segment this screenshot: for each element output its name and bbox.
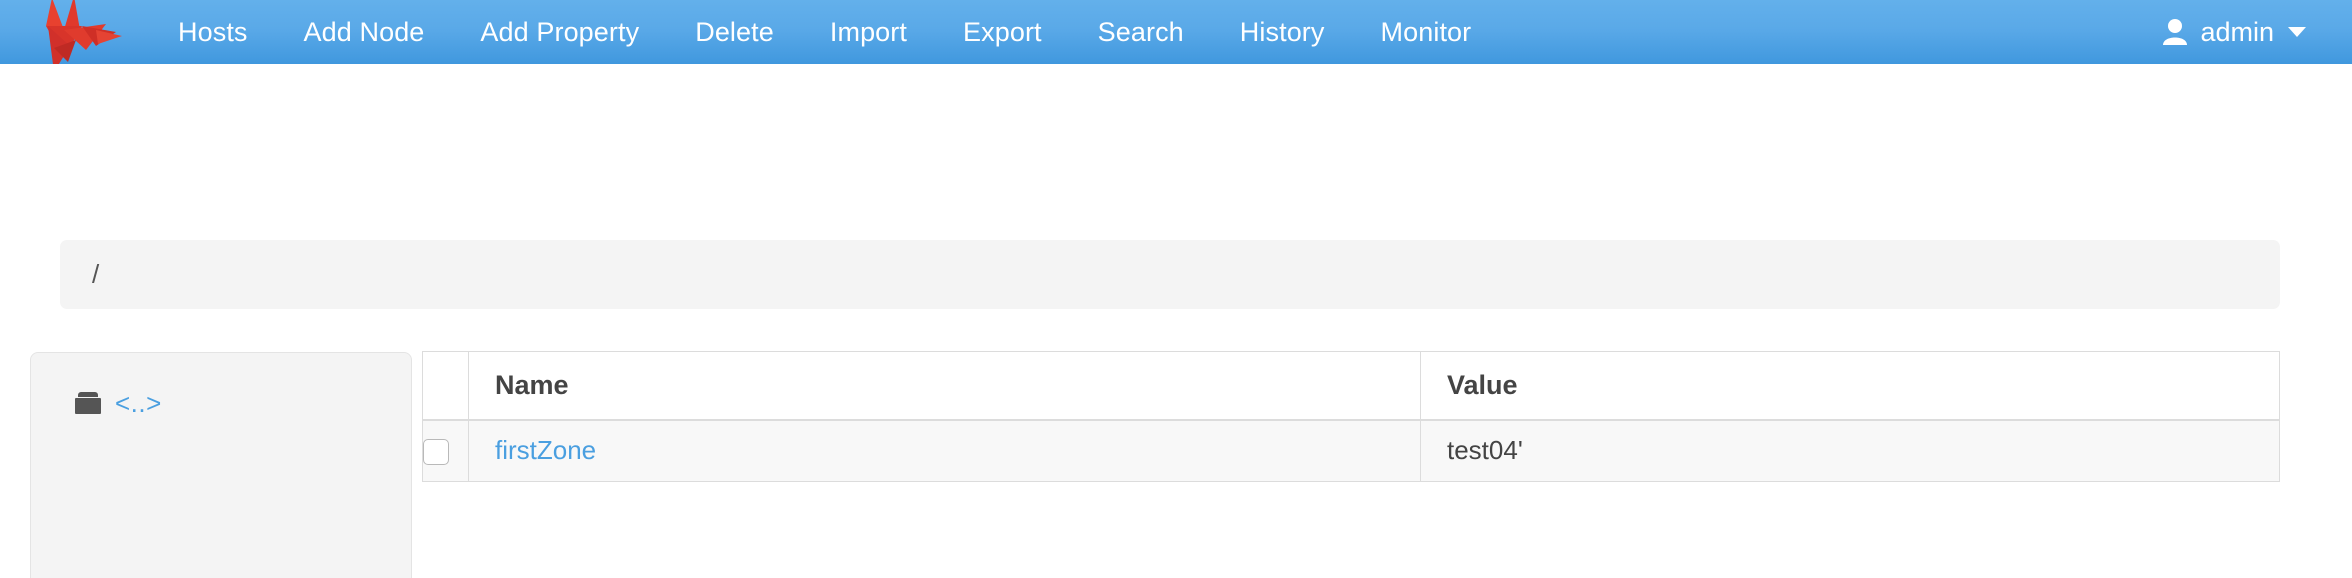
properties-table-wrapper: Name Value firstZone test04'	[422, 351, 2280, 482]
nav-link-export[interactable]: Export	[935, 0, 1070, 64]
current-path: /	[92, 259, 100, 289]
navbar-links: Hosts Add Node Add Property Delete Impor…	[150, 0, 2162, 64]
nav-link-history[interactable]: History	[1212, 0, 1353, 64]
nav-link-delete[interactable]: Delete	[667, 0, 802, 64]
nav-link-add-property[interactable]: Add Property	[452, 0, 667, 64]
brand-logo[interactable]	[0, 0, 150, 64]
top-navbar: Hosts Add Node Add Property Delete Impor…	[0, 0, 2352, 64]
row-checkbox[interactable]	[423, 439, 449, 466]
row-name-link[interactable]: firstZone	[495, 435, 596, 465]
table-body: firstZone test04'	[422, 419, 2280, 482]
column-header-value: Value	[1420, 351, 2280, 421]
caret-down-icon	[2288, 27, 2306, 37]
user-icon	[2162, 18, 2188, 46]
nav-link-hosts[interactable]: Hosts	[150, 0, 276, 64]
nav-link-monitor[interactable]: Monitor	[1353, 0, 1500, 64]
tree-item-parent[interactable]: <..>	[31, 383, 411, 423]
navbar-right: admin	[2162, 0, 2352, 64]
row-select-cell	[422, 419, 469, 482]
path-breadcrumb-bar[interactable]: /	[60, 240, 2280, 309]
properties-table: Name Value firstZone test04'	[422, 351, 2280, 482]
row-name-cell: firstZone	[468, 419, 1421, 482]
nav-link-import[interactable]: Import	[802, 0, 935, 64]
user-menu[interactable]: admin	[2162, 17, 2306, 48]
table-row[interactable]: firstZone test04'	[422, 419, 2280, 482]
table-header-row: Name Value	[422, 351, 2280, 421]
node-tree-panel: <..>	[30, 352, 412, 578]
column-header-name: Name	[468, 351, 1421, 421]
column-header-select	[422, 351, 469, 421]
row-value-cell: test04'	[1420, 419, 2280, 482]
origami-bird-logo-icon	[46, 0, 122, 64]
user-menu-label: admin	[2200, 16, 2274, 47]
tree-item-label[interactable]: <..>	[115, 388, 162, 419]
nav-link-add-node[interactable]: Add Node	[276, 0, 453, 64]
table-head: Name Value	[422, 351, 2280, 421]
nav-link-search[interactable]: Search	[1070, 0, 1212, 64]
folder-icon	[75, 392, 101, 414]
